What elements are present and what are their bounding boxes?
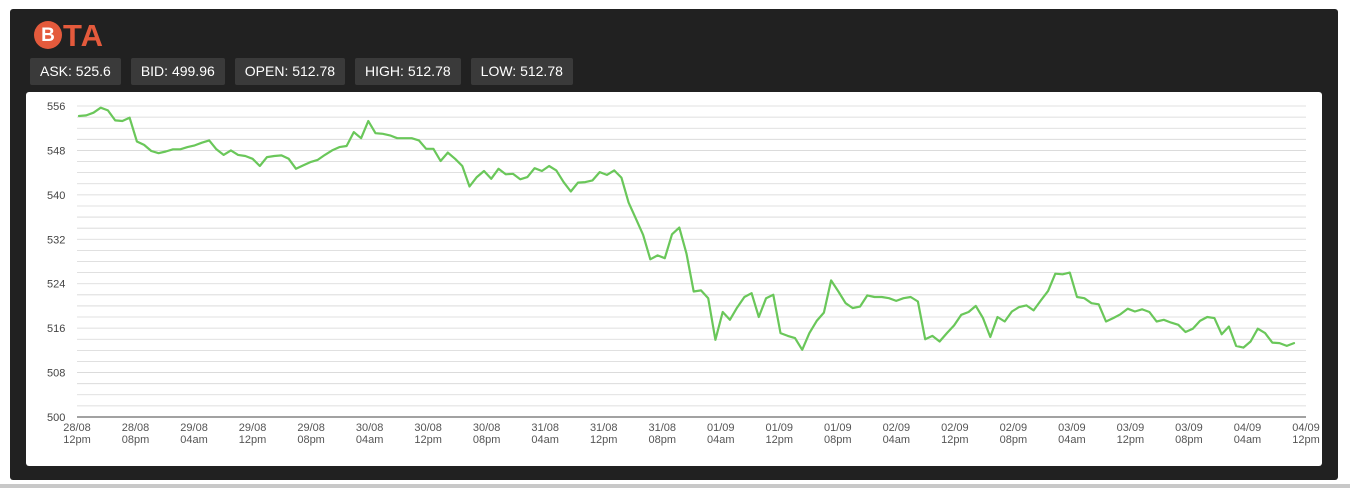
x-tick-date: 28/08 xyxy=(63,422,91,434)
x-tick-time: 12pm xyxy=(414,434,442,446)
price-chart: 500 508 516 524 532 540 548 556 28/08 12pm 28/08 08… xyxy=(26,92,1322,466)
x-tick-date: 31/08 xyxy=(648,422,676,434)
low-badge: LOW: 512.78 xyxy=(470,58,573,85)
x-tick-date: 01/09 xyxy=(766,422,794,434)
x-tick-time: 08pm xyxy=(1175,434,1203,446)
logo[interactable]: B TA xyxy=(34,19,104,51)
x-tick-date: 31/08 xyxy=(590,422,618,434)
price-series-line xyxy=(77,106,1296,351)
ask-badge: ASK: 525.6 xyxy=(30,58,121,85)
x-tick-date: 03/09 xyxy=(1117,422,1145,434)
x-tick-date: 29/08 xyxy=(297,422,325,434)
x-tick-date: 04/09 xyxy=(1292,422,1320,434)
y-tick-label: 508 xyxy=(47,368,65,380)
x-tick-date: 30/08 xyxy=(414,422,442,434)
price-chart-svg: 50050851652453254054855628/0812pm28/0808… xyxy=(47,101,1320,446)
x-tick-time: 04am xyxy=(1058,434,1086,446)
x-tick-date: 30/08 xyxy=(356,422,384,434)
logo-text: TA xyxy=(63,17,105,53)
price-stats: ASK: 525.6 BID: 499.96 OPEN: 512.78 HIGH… xyxy=(30,58,573,85)
high-badge: HIGH: 512.78 xyxy=(355,58,461,85)
x-tick-time: 08pm xyxy=(122,434,150,446)
x-tick-time: 08pm xyxy=(824,434,852,446)
page-divider xyxy=(0,484,1350,488)
y-tick-label: 556 xyxy=(47,101,65,113)
x-tick-time: 04am xyxy=(883,434,911,446)
x-tick-date: 02/09 xyxy=(941,422,969,434)
x-tick-date: 03/09 xyxy=(1058,422,1086,434)
ticker-panel: B TA ASK: 525.6 BID: 499.96 OPEN: 512.78… xyxy=(10,9,1338,480)
x-tick-time: 08pm xyxy=(473,434,501,446)
bitcoin-icon: B xyxy=(34,21,62,49)
x-tick-time: 04am xyxy=(1234,434,1262,446)
x-tick-date: 02/09 xyxy=(1000,422,1028,434)
x-tick-date: 02/09 xyxy=(883,422,911,434)
y-tick-label: 548 xyxy=(47,145,65,157)
x-tick-time: 04am xyxy=(180,434,208,446)
x-tick-date: 04/09 xyxy=(1234,422,1262,434)
x-tick-time: 12pm xyxy=(1292,434,1320,446)
x-tick-date: 01/09 xyxy=(707,422,735,434)
x-tick-time: 08pm xyxy=(1000,434,1028,446)
x-tick-time: 12pm xyxy=(590,434,618,446)
x-tick-time: 12pm xyxy=(1117,434,1145,446)
y-tick-label: 516 xyxy=(47,323,65,335)
x-tick-time: 12pm xyxy=(63,434,91,446)
x-tick-date: 30/08 xyxy=(473,422,501,434)
x-tick-time: 12pm xyxy=(766,434,794,446)
x-tick-time: 12pm xyxy=(941,434,969,446)
y-tick-label: 540 xyxy=(47,190,65,202)
x-tick-date: 31/08 xyxy=(531,422,559,434)
y-tick-label: 532 xyxy=(47,234,65,246)
bid-badge: BID: 499.96 xyxy=(130,58,225,85)
x-tick-date: 29/08 xyxy=(239,422,267,434)
x-tick-time: 04am xyxy=(707,434,735,446)
open-badge: OPEN: 512.78 xyxy=(234,58,346,85)
x-tick-time: 08pm xyxy=(297,434,325,446)
x-tick-date: 03/09 xyxy=(1175,422,1203,434)
x-tick-time: 12pm xyxy=(239,434,267,446)
y-tick-label: 524 xyxy=(47,279,65,291)
x-tick-time: 04am xyxy=(531,434,559,446)
x-tick-time: 04am xyxy=(356,434,384,446)
x-tick-date: 29/08 xyxy=(180,422,208,434)
x-tick-date: 28/08 xyxy=(122,422,150,434)
x-tick-date: 01/09 xyxy=(824,422,852,434)
x-tick-time: 08pm xyxy=(648,434,676,446)
